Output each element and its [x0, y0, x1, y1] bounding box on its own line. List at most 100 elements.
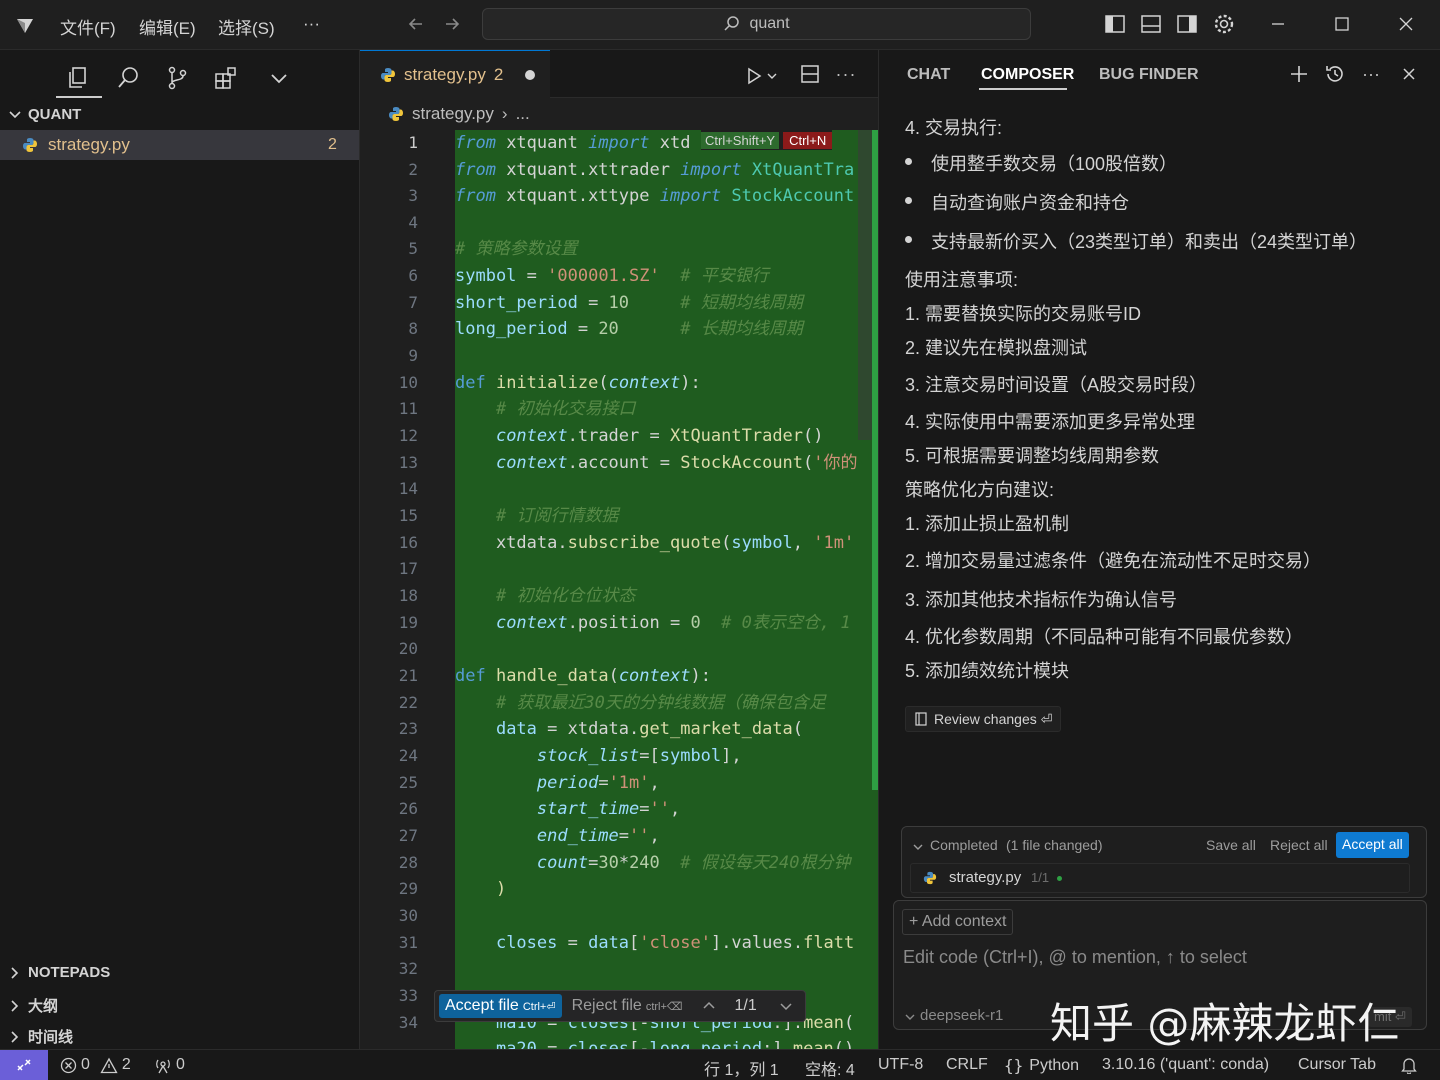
code-content[interactable]: from xtquant import xtd from xtquant.xtt…	[455, 130, 878, 1050]
notification-bell-icon[interactable]	[1400, 1056, 1418, 1074]
problems-indicator[interactable]: 0 2	[60, 1056, 131, 1074]
maximize-icon[interactable]	[1322, 10, 1362, 38]
bullet-icon	[905, 158, 912, 165]
cursor-position[interactable]: 行 1，列 1	[704, 1056, 779, 1080]
workspace-name: QUANT	[28, 106, 82, 123]
language-mode[interactable]: {} Python	[1004, 1056, 1079, 1075]
menu-select[interactable]: 选择(S)	[218, 14, 275, 39]
reject-file-label: Reject file	[571, 997, 642, 1014]
chevron-down-icon[interactable]	[263, 62, 295, 94]
section-notepads[interactable]: NOTEPADS	[8, 964, 110, 981]
line-number: 23	[398, 719, 418, 738]
reject-all-button[interactable]: Reject all	[1270, 837, 1328, 853]
chat-text: 1. 需要替换实际的交易账号ID	[905, 304, 1142, 324]
line-number: 14	[398, 479, 418, 498]
add-context-button[interactable]: + Add context	[902, 909, 1014, 935]
line-number: 1	[408, 133, 418, 152]
tab-bug-finder[interactable]: BUG FINDER	[1099, 66, 1199, 84]
changed-file-row[interactable]: strategy.py 1/1	[910, 863, 1410, 893]
breadcrumb-rest[interactable]: ...	[516, 104, 530, 124]
file-tree-item-strategy[interactable]: strategy.py 2	[0, 130, 359, 160]
chat-text: 2. 增加交易量过滤条件（避免在流动性不足时交易）	[905, 551, 1322, 571]
error-count: 0	[81, 1056, 90, 1073]
remote-indicator[interactable]	[0, 1050, 48, 1080]
line-number: 11	[398, 399, 418, 418]
tab-chat[interactable]: CHAT	[907, 66, 950, 84]
section-label: NOTEPADS	[28, 964, 111, 981]
chat-text: 4. 实际使用中需要添加更多异常处理	[905, 412, 1196, 432]
save-all-button[interactable]: Save all	[1206, 837, 1256, 853]
settings-gear-icon[interactable]	[1210, 10, 1238, 38]
extensions-icon[interactable]	[210, 62, 242, 94]
chevron-up-icon[interactable]	[702, 999, 716, 1013]
warning-count: 2	[121, 1056, 131, 1073]
chevron-right-icon	[11, 1030, 19, 1043]
source-control-icon[interactable]	[161, 62, 193, 94]
more-actions-icon[interactable]: ···	[1357, 60, 1385, 88]
menu-more[interactable]: ···	[303, 14, 320, 34]
minimize-icon[interactable]	[1258, 10, 1298, 38]
new-chat-plus-icon[interactable]	[1285, 60, 1313, 88]
completed-detail: (1 file changed)	[1006, 837, 1103, 853]
line-number: 33	[398, 986, 418, 1005]
ai-side-panel: CHAT COMPOSER BUG FINDER ··· 4. 交易执行: 使用…	[878, 50, 1440, 1049]
search-icon[interactable]	[112, 62, 144, 94]
menu-file[interactable]: 文件(F)	[60, 14, 116, 39]
accept-all-button[interactable]: Accept all	[1336, 832, 1409, 858]
workspace-header[interactable]: QUANT	[8, 106, 81, 123]
file-problem-badge: 2	[328, 136, 337, 153]
composer-placeholder[interactable]: Edit code (Ctrl+I), @ to mention, ↑ to s…	[903, 947, 1247, 968]
chevron-down-icon[interactable]	[904, 1011, 916, 1023]
chat-text: 2. 建议先在模拟盘测试	[905, 338, 1088, 358]
reject-shortcut-hint[interactable]: Ctrl+N	[783, 131, 833, 149]
tab-composer[interactable]: COMPOSER	[981, 66, 1074, 84]
python-file-icon	[389, 107, 403, 121]
tab-strategy-py[interactable]: strategy.py 2	[360, 50, 550, 98]
file-encoding[interactable]: UTF-8	[878, 1056, 923, 1074]
accept-shortcut-hint[interactable]: Ctrl+Shift+Y	[701, 131, 780, 149]
review-changes-button[interactable]: Review changes ⏎	[905, 706, 1062, 732]
editor-area: strategy.py 2 ··· strategy.py › ... 1234…	[360, 50, 878, 1050]
section-outline[interactable]: 大纲	[8, 995, 58, 1016]
toggle-secondary-sidebar-icon[interactable]	[1173, 10, 1201, 38]
scrollbar-thumb[interactable]	[858, 130, 872, 440]
chevron-down-icon[interactable]	[779, 999, 793, 1013]
ports-count: 0	[176, 1056, 185, 1073]
tab-badge: 2	[493, 64, 504, 84]
toggle-sidebar-icon[interactable]	[1101, 10, 1129, 38]
command-center-search[interactable]: quant	[482, 8, 1031, 40]
history-icon[interactable]	[1321, 60, 1349, 88]
warning-icon	[100, 1057, 118, 1073]
split-editor-icon[interactable]	[796, 60, 824, 88]
line-number: 16	[398, 533, 418, 552]
ports-indicator[interactable]: 0	[154, 1056, 185, 1074]
breadcrumb-file[interactable]: strategy.py	[412, 104, 494, 124]
end-of-line[interactable]: CRLF	[946, 1056, 988, 1074]
close-panel-icon[interactable]	[1395, 60, 1423, 88]
code-line: # 初始化交易接口	[495, 399, 636, 419]
file-name: strategy.py	[48, 135, 130, 154]
cursor-tab-status[interactable]: Cursor Tab	[1298, 1056, 1376, 1074]
model-selector[interactable]: deepseek-r1	[920, 1007, 1003, 1024]
line-number: 15	[398, 506, 418, 525]
tab-label: strategy.py	[404, 64, 486, 84]
explorer-files-icon[interactable]	[62, 62, 94, 94]
close-window-icon[interactable]	[1386, 10, 1426, 38]
accept-file-button[interactable]: Accept file Ctrl+⏎	[439, 994, 562, 1018]
more-actions-icon[interactable]: ···	[832, 60, 860, 88]
back-arrow-icon[interactable]	[402, 10, 430, 38]
chevron-down-icon[interactable]	[912, 841, 924, 853]
line-number: 8	[408, 319, 418, 338]
toggle-panel-icon[interactable]	[1137, 10, 1165, 38]
line-number: 34	[398, 1013, 418, 1032]
forward-arrow-icon[interactable]	[438, 10, 466, 38]
unsaved-dot-icon[interactable]	[525, 69, 536, 80]
run-dropdown-chevron-icon[interactable]	[762, 62, 782, 90]
section-timeline[interactable]: 时间线	[8, 1026, 73, 1047]
reject-file-button[interactable]: Reject file ctrl+⌫	[572, 997, 683, 1015]
completed-label: Completed	[930, 837, 998, 853]
python-interpreter[interactable]: 3.10.16 ('quant': conda)	[1102, 1056, 1269, 1074]
line-number: 29	[398, 879, 418, 898]
indentation[interactable]: 空格: 4	[805, 1056, 855, 1080]
menu-edit[interactable]: 编辑(E)	[139, 14, 196, 39]
